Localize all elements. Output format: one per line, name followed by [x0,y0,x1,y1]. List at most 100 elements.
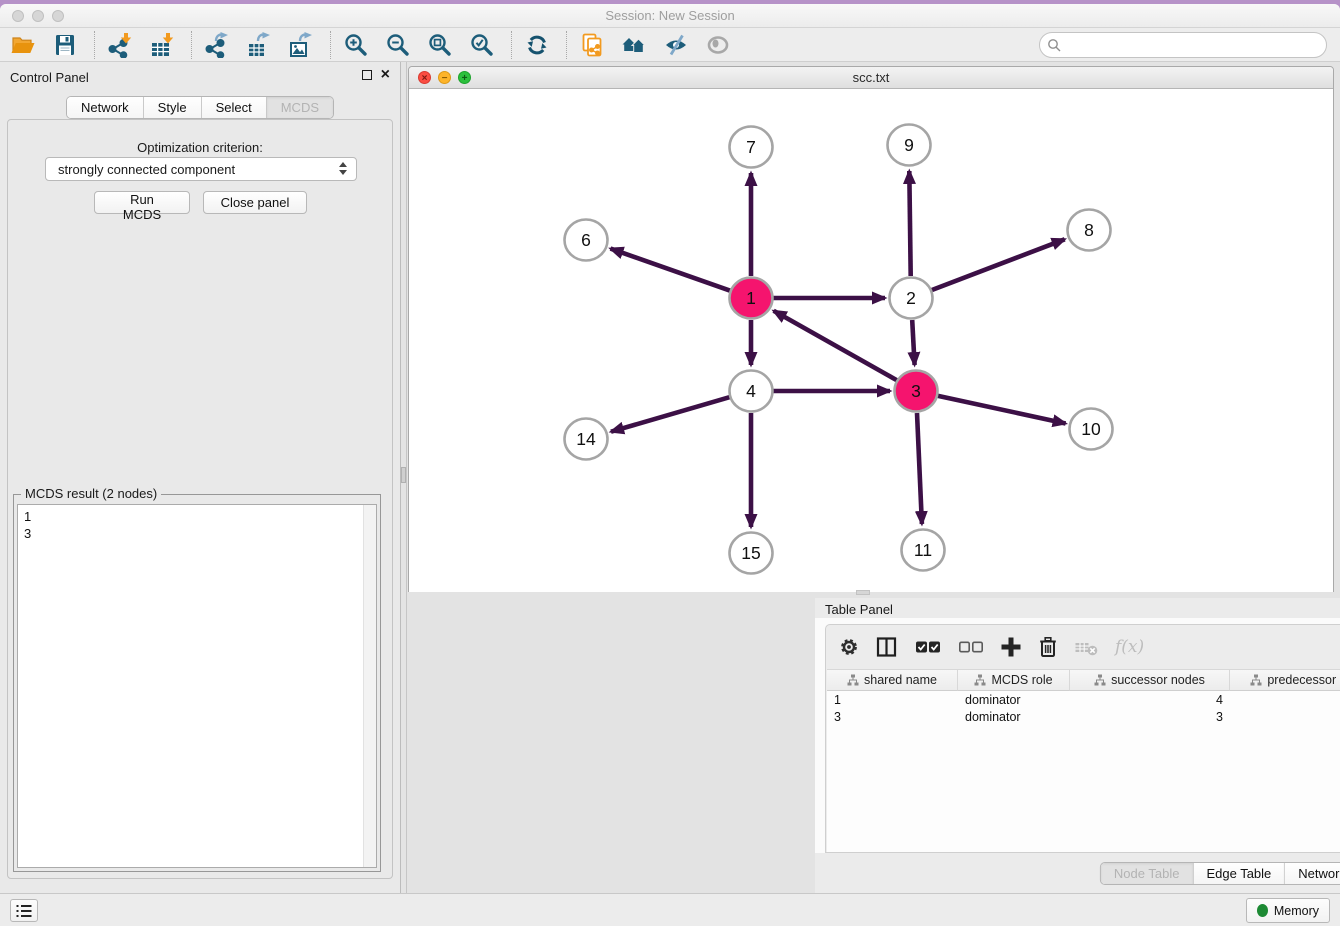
graph-node-3[interactable]: 3 [895,371,938,412]
memory-button[interactable]: Memory [1246,898,1330,923]
column-header-label: shared name [864,673,937,687]
command-panel-button[interactable] [10,899,38,922]
table-row[interactable]: 1dominator411 [827,691,1340,708]
graph-node-10[interactable]: 10 [1070,409,1113,450]
close-panel-button[interactable]: Close panel [203,191,307,214]
open-session-button[interactable] [8,30,38,60]
search-input[interactable] [1039,32,1327,58]
table-cell[interactable]: 2 [1230,710,1340,724]
node-table-container: f(x) shared name MCDS rolesuccessor nodes… [825,624,1340,853]
graph-node-label: 7 [746,137,756,157]
graph-edge-3-11[interactable] [917,413,922,524]
graph-edge-2-8[interactable] [932,239,1065,290]
zoom-out-button[interactable] [383,30,413,60]
tp-tab-node-table[interactable]: Node Table [1101,863,1194,884]
graph-node-label: 9 [904,135,914,155]
table-cell[interactable]: dominator [958,710,1070,724]
save-session-button[interactable] [50,30,80,60]
cp-tab-network[interactable]: Network [67,97,144,118]
table-toolbar: f(x) [826,625,1340,669]
column-header-successor-nodes[interactable]: successor nodes [1070,669,1230,691]
graph-node-9[interactable]: 9 [888,125,931,166]
graph-node-7[interactable]: 7 [730,127,773,168]
splitter-handle[interactable] [401,467,406,483]
export-table-icon [246,32,272,58]
table-cell[interactable]: 1 [1230,693,1340,707]
select-all-button[interactable] [914,636,942,658]
tp-tab-network-table[interactable]: Network Table [1285,863,1340,884]
birds-eye-button[interactable] [703,30,733,60]
deselect-all-button[interactable] [957,636,985,658]
control-panel-close-icon[interactable]: × [381,69,390,81]
window-title: Session: New Session [0,8,1340,23]
toolbar-separator [330,31,331,59]
table-cell[interactable]: 4 [1070,693,1230,707]
mcds-result-textarea[interactable]: 13 [17,504,377,868]
cp-tab-style[interactable]: Style [144,97,202,118]
column-header-predecessor-nodes[interactable]: predecessor nodes [1230,669,1340,691]
refresh-icon [524,32,550,58]
graph-edge-2-3[interactable] [912,320,914,365]
graph-edge-4-14[interactable] [611,397,730,432]
export-network-button[interactable] [202,30,232,60]
graph-node-11[interactable]: 11 [902,530,945,571]
show-columns-button[interactable] [875,636,899,658]
attribute-icon [1250,674,1262,686]
clone-network-icon [579,32,605,58]
network-canvas[interactable]: 7 9 6 8 1 2 4 3 14 10 15 11 [409,89,1333,592]
table-settings-button[interactable] [838,636,860,658]
graph-edge-1-6[interactable] [611,249,731,291]
network-view-window: × − + scc.txt 7968124314101511 [408,66,1334,592]
zoom-in-button[interactable] [341,30,371,60]
graphics-details-icon [663,32,689,58]
graph-node-4[interactable]: 4 [730,371,773,412]
control-panel: Control Panel × NetworkStyleSelectMCDS O… [0,62,400,893]
network-graph: 7 9 6 8 1 2 4 3 14 10 15 11 [409,89,1333,592]
graph-node-2[interactable]: 2 [890,278,933,319]
column-header-MCDS-role[interactable]: MCDS role [958,669,1070,691]
graph-node-6[interactable]: 6 [565,220,608,261]
home-button[interactable] [619,30,649,60]
table-cell[interactable]: dominator [958,693,1070,707]
graph-edge-3-1[interactable] [774,311,897,380]
graph-node-8[interactable]: 8 [1068,210,1111,251]
optimization-criterion-select[interactable]: strongly connected component [45,157,357,181]
zoom-selected-button[interactable] [467,30,497,60]
gear-icon [838,636,860,658]
table-body: 1dominator4113dominator323 [827,691,1340,725]
tp-tab-edge-table[interactable]: Edge Table [1193,863,1285,884]
zoom-fit-button[interactable] [425,30,455,60]
export-image-button[interactable] [286,30,316,60]
table-cell[interactable]: 3 [827,710,958,724]
export-image-icon [288,32,314,58]
clone-network-button[interactable] [577,30,607,60]
graph-node-15[interactable]: 15 [730,533,773,574]
table-row[interactable]: 3dominator323 [827,708,1340,725]
graph-node-1[interactable]: 1 [730,278,773,319]
plus-icon [1000,636,1022,658]
refresh-button[interactable] [522,30,552,60]
delete-table-icon [1074,636,1100,658]
table-cell[interactable]: 1 [827,693,958,707]
cp-tab-select[interactable]: Select [202,97,267,118]
import-network-button[interactable] [105,30,135,60]
run-mcds-button[interactable]: Run MCDS [94,191,190,214]
control-panel-float-icon[interactable] [362,70,372,80]
mcds-result-lines: 13 [18,505,376,545]
graph-edge-2-9[interactable] [909,171,910,276]
horizontal-splitter-handle[interactable] [856,590,870,595]
graph-edge-3-10[interactable] [938,396,1066,424]
table-panel-title: Table Panel [825,602,893,617]
graph-node-14[interactable]: 14 [565,419,608,460]
graphics-details-button[interactable] [661,30,691,60]
table-cell[interactable]: 3 [1070,710,1230,724]
result-scrollbar[interactable] [363,505,376,867]
vertical-splitter[interactable] [400,62,407,893]
add-column-button[interactable] [1000,636,1022,658]
import-table-button[interactable] [147,30,177,60]
export-table-button[interactable] [244,30,274,60]
column-header-shared-name[interactable]: shared name [827,669,958,691]
cp-tab-mcds[interactable]: MCDS [267,97,333,118]
delete-column-button[interactable] [1037,636,1059,658]
table-panel-body: f(x) shared name MCDS rolesuccessor nodes… [815,618,1340,853]
